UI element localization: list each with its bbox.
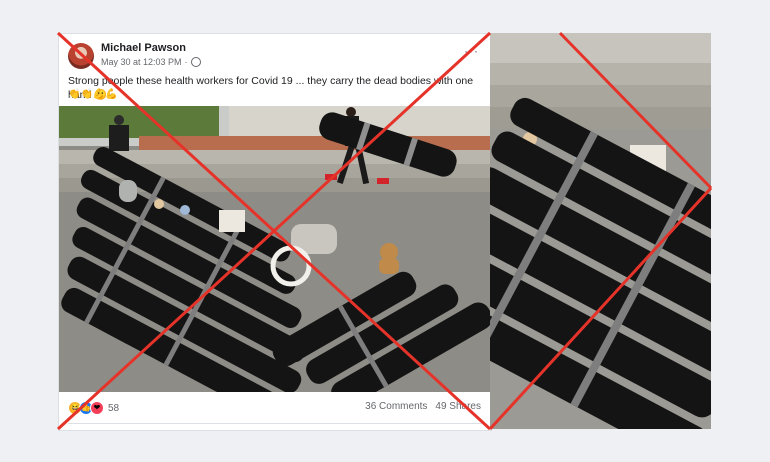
post-photo[interactable] [59,106,491,392]
zoomed-photo-panel [490,33,711,429]
avatar[interactable] [68,43,94,69]
comments-count[interactable]: 36 Comments [365,401,427,412]
post-timestamp[interactable]: May 30 at 12:03 PM [101,57,182,67]
facebook-post: Michael Pawson May 30 at 12:03 PM · ··· … [58,33,492,431]
reaction-count: 58 [108,402,120,414]
reaction-summary[interactable]: 😆 👍 ❤ 58 [68,401,119,415]
shares-count[interactable]: 49 Shares [435,401,481,412]
footer-divider [68,423,482,424]
post-caption: Strong people these health workers for C… [68,75,474,101]
post-emoji-line: 👏👏💪💪 [68,89,118,100]
post-author[interactable]: Michael Pawson [101,42,186,54]
more-options-icon[interactable]: ··· [464,44,479,58]
post-meta: May 30 at 12:03 PM · [101,57,201,67]
globe-icon [190,57,201,67]
love-reaction-icon: ❤ [90,401,104,415]
post-footer: 😆 👍 ❤ 58 36 Comments 49 Shares [59,393,491,430]
photo-body-bags-scene [59,106,491,392]
photo-zoomed-body-bags [490,33,711,429]
post-stats: 36 Comments 49 Shares [365,401,481,412]
